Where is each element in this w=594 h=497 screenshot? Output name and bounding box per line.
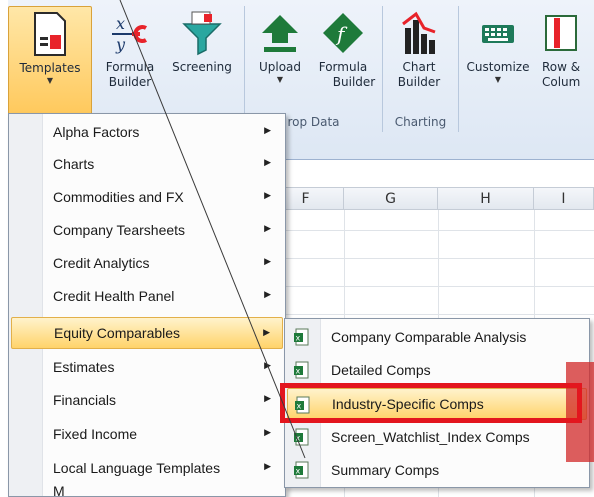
chevron-right-icon: ▶	[263, 327, 270, 337]
chevron-right-icon: ▶	[264, 461, 271, 471]
menu-item-credit-analytics[interactable]: Credit Analytics ▶	[11, 247, 283, 279]
menu-item-label: Charts	[53, 156, 95, 172]
formula-builder-label: Formula Builder	[105, 60, 155, 89]
menu-item-label: M	[53, 486, 65, 496]
customize-button[interactable]: Customize ▼	[462, 6, 534, 85]
menu-item-label: Estimates	[53, 359, 115, 375]
templates-button[interactable]: Templates ▼	[8, 6, 92, 118]
menu-item-fixed-income[interactable]: Fixed Income ▶	[11, 418, 283, 450]
svg-text:x: x	[296, 434, 301, 443]
group-label-charting: Charting	[382, 112, 458, 132]
keyboard-icon	[476, 6, 520, 60]
chevron-right-icon: ▶	[264, 427, 271, 437]
menu-item-label: Company Tearsheets	[53, 222, 186, 238]
column-header-g[interactable]: G	[344, 188, 438, 210]
submenu-item-label: Summary Comps	[331, 462, 440, 478]
upload-label: Upload	[258, 60, 302, 74]
screening-label: Screening	[172, 60, 232, 74]
menu-item-label: Alpha Factors	[53, 124, 140, 140]
group-label-empty	[458, 112, 594, 132]
chevron-right-icon: ▶	[264, 125, 271, 135]
templates-icon	[28, 7, 72, 61]
formula-f-builder-button[interactable]: f Formula Builder	[312, 6, 376, 90]
chevron-down-icon: ▼	[46, 76, 54, 85]
svg-text:y: y	[115, 35, 126, 54]
menu-item-label: Financials	[53, 392, 117, 408]
screening-button[interactable]: Screening	[168, 6, 236, 75]
screening-funnel-icon	[180, 6, 224, 60]
menu-item-financials[interactable]: Financials ▶	[11, 384, 283, 416]
templates-label: Templates	[19, 61, 81, 75]
chevron-right-icon: ▶	[264, 223, 271, 233]
chart-builder-icon	[397, 6, 441, 60]
menu-item-label: Commodities and FX	[53, 189, 184, 205]
excel-file-icon: x	[294, 361, 309, 379]
excel-file-icon: x	[294, 428, 309, 446]
menu-item-label: Credit Health Panel	[53, 288, 175, 304]
menu-item-alpha-factors[interactable]: Alpha Factors ▶	[11, 116, 283, 148]
highlight-box	[280, 383, 582, 423]
menu-item-equity-comparables[interactable]: Equity Comparables ▶	[11, 317, 283, 349]
row-column-button[interactable]: Row & Colum	[538, 6, 594, 90]
column-header-i[interactable]: I	[534, 188, 594, 210]
row-column-label: Row & Colum	[542, 60, 581, 89]
menu-item-commodities-fx[interactable]: Commodities and FX ▶	[11, 181, 283, 213]
formula-f-label: Formula Builder	[318, 60, 376, 89]
menu-item-label: Local Language Templates	[53, 460, 221, 476]
svg-text:x: x	[296, 467, 301, 476]
formula-f-icon: f	[321, 6, 365, 60]
chevron-right-icon: ▶	[264, 393, 271, 403]
column-header-h[interactable]: H	[438, 188, 534, 210]
submenu-item-company-comparable-analysis[interactable]: x Company Comparable Analysis	[287, 321, 587, 353]
submenu-item-detailed-comps[interactable]: x Detailed Comps	[287, 354, 587, 386]
submenu-item-label: Company Comparable Analysis	[331, 329, 527, 345]
submenu-item-screen-watchlist-index-comps[interactable]: x Screen_Watchlist_Index Comps	[287, 421, 587, 453]
excel-file-icon: x	[294, 328, 309, 346]
svg-text:x: x	[116, 14, 125, 33]
upload-button[interactable]: Upload ▼	[252, 6, 308, 85]
menu-item-label: Equity Comparables	[54, 325, 181, 341]
chevron-down-icon: ▼	[276, 75, 284, 84]
formula-builder-icon: x y	[108, 6, 152, 60]
submenu-item-summary-comps[interactable]: x Summary Comps	[287, 454, 587, 486]
chevron-right-icon: ▶	[264, 157, 271, 167]
chevron-right-icon: ▶	[264, 289, 271, 299]
row-column-icon	[538, 6, 582, 60]
customize-label: Customize	[466, 60, 530, 74]
menu-item-credit-health-panel[interactable]: Credit Health Panel ▶	[11, 280, 283, 312]
submenu-item-label: Screen_Watchlist_Index Comps	[331, 429, 530, 445]
formula-builder-button[interactable]: x y Formula Builder	[96, 6, 164, 90]
menu-item-local-language-templates[interactable]: Local Language Templates ▶	[11, 452, 283, 484]
chart-builder-label: Chart Builder	[397, 60, 441, 89]
chevron-down-icon: ▼	[494, 75, 502, 84]
menu-item-cutoff[interactable]: M	[11, 486, 283, 496]
chevron-right-icon: ▶	[264, 360, 271, 370]
svg-text:x: x	[296, 367, 301, 376]
submenu-item-label: Detailed Comps	[331, 362, 431, 378]
menu-item-estimates[interactable]: Estimates ▶	[11, 351, 283, 383]
menu-item-company-tearsheets[interactable]: Company Tearsheets ▶	[11, 214, 283, 246]
chart-builder-button[interactable]: Chart Builder	[388, 6, 450, 90]
menu-item-charts[interactable]: Charts ▶	[11, 148, 283, 180]
chevron-right-icon: ▶	[264, 190, 271, 200]
menu-item-label: Fixed Income	[53, 426, 138, 442]
templates-menu: Alpha Factors ▶ Charts ▶ Commodities and…	[8, 113, 286, 497]
upload-arrow-icon	[258, 6, 302, 60]
chevron-right-icon: ▶	[264, 256, 271, 266]
menu-item-label: Credit Analytics	[53, 255, 150, 271]
excel-file-icon: x	[294, 461, 309, 479]
svg-text:x: x	[296, 334, 301, 343]
